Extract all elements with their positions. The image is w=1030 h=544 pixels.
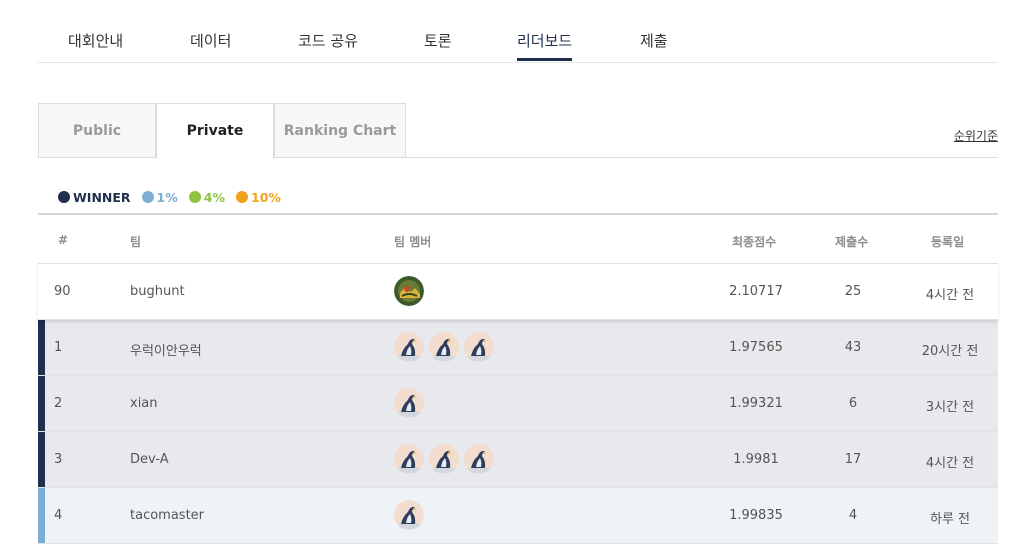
header-members: 팀 멤버 [394,235,432,249]
rank-cell: 4 [54,508,63,523]
team-name: xian [130,396,158,411]
legend: WINNER 1% 4% 10% [58,188,292,206]
team-members [394,444,499,474]
team-members [394,388,429,418]
penguin-avatar-icon[interactable] [394,500,424,530]
submission-count: 43 [844,340,862,355]
nav-item-submit[interactable]: 제출 [640,30,668,52]
legend-label: 4% [203,189,225,205]
leaderboard-tabs: Public Private Ranking Chart 순위기준 [38,103,998,159]
rank-criteria-link[interactable]: 순위기준 [954,127,998,144]
top-1pct-indicator-bar [38,488,45,543]
team-members [394,332,499,362]
penguin-avatar-icon[interactable] [394,388,424,418]
table-row[interactable]: 90 bughunt 2.10717 25 4시간 전 [38,264,998,320]
legend-label: WINNER [73,189,131,205]
header-rank: # [58,233,69,247]
penguin-avatar-icon[interactable] [464,332,494,362]
rank-cell: 90 [54,284,71,299]
registered-date: 20시간 전 [921,344,979,359]
landscape-avatar-icon[interactable] [394,276,424,306]
registered-date: 3시간 전 [925,400,975,415]
final-score: 1.97565 [729,340,783,355]
table-row[interactable]: 3 Dev-A 1.9981 17 4시간 전 [38,432,998,488]
ten-percent-dot-icon [236,191,248,203]
nav-item-data[interactable]: 데이터 [190,30,231,52]
nav-item-code-share[interactable]: 코드 공유 [298,30,358,52]
team-name: bughunt [130,284,185,299]
top-navigation: 대회안내 데이터 코드 공유 토론 리더보드 제출 [38,0,998,63]
legend-label: 1% [156,189,178,205]
winner-indicator-bar [38,376,45,431]
tab-private[interactable]: Private [156,103,274,159]
winner-indicator-bar [38,432,45,487]
header-team: 팀 [130,235,142,249]
winner-dot-icon [58,191,70,203]
team-members [394,276,429,306]
rank-cell: 2 [54,396,63,411]
legend-label: 10% [251,189,281,205]
legend-item-winner: WINNER [58,190,131,205]
leaderboard-table: # 팀 팀 멤버 최종점수 제출수 등록일 90 bughunt 2.10717 2… [38,213,998,544]
submission-count: 25 [844,284,862,299]
rank-cell: 3 [54,452,63,467]
nav-item-discussion[interactable]: 토론 [424,30,452,52]
penguin-avatar-icon[interactable] [394,332,424,362]
final-score: 2.10717 [729,284,783,299]
table-body: 90 bughunt 2.10717 25 4시간 전 1 우럭이안우럭 1.9… [38,264,998,544]
final-score: 1.99321 [729,396,783,411]
team-name: tacomaster [130,508,205,523]
penguin-avatar-icon[interactable] [394,444,424,474]
legend-item-4pct: 4% [188,189,225,205]
table-row[interactable]: 4 tacomaster 1.99835 4 하루 전 [38,488,998,544]
nav-item-leaderboard[interactable]: 리더보드 [517,30,573,61]
registered-date: 4시간 전 [925,288,975,303]
team-members [394,500,429,530]
submission-count: 6 [848,396,858,411]
rank-cell: 1 [54,340,63,355]
submission-count: 17 [844,452,862,467]
legend-item-1pct: 1% [141,189,178,205]
one-percent-dot-icon [141,191,154,203]
table-row[interactable]: 2 xian 1.99321 6 3시간 전 [38,376,998,432]
penguin-avatar-icon[interactable] [464,444,494,474]
registered-date: 하루 전 [929,512,970,527]
table-header: # 팀 팀 멤버 최종점수 제출수 등록일 [38,213,998,264]
nav-item-overview[interactable]: 대회안내 [68,30,123,52]
header-score: 최종점수 [732,235,777,249]
team-name: Dev-A [130,452,169,467]
four-percent-dot-icon [188,191,201,203]
winner-indicator-bar [38,320,45,375]
registered-date: 4시간 전 [925,456,975,471]
table-row[interactable]: 1 우럭이안우럭 1.97565 43 20시간 전 [38,320,998,376]
penguin-avatar-icon[interactable] [429,444,459,474]
submission-count: 4 [848,508,858,523]
legend-item-10pct: 10% [236,190,281,205]
tab-public[interactable]: Public [38,103,156,158]
header-submissions: 제출수 [835,235,869,249]
team-name: 우럭이안우럭 [130,344,202,359]
penguin-avatar-icon[interactable] [429,332,459,362]
header-date: 등록일 [931,235,965,249]
final-score: 1.99835 [729,508,783,523]
final-score: 1.9981 [733,452,779,467]
tab-ranking-chart[interactable]: Ranking Chart [274,103,406,158]
